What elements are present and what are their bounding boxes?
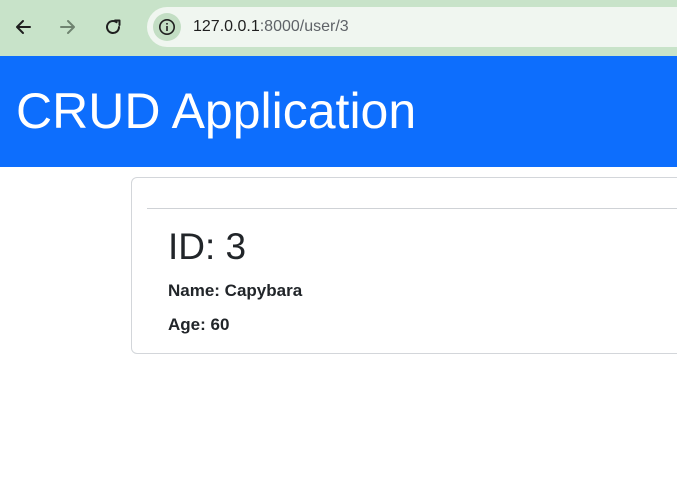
back-button[interactable] <box>10 10 36 44</box>
reload-icon <box>106 19 121 34</box>
site-info-button[interactable] <box>153 13 181 41</box>
url-text[interactable]: 127.0.0.1:8000/user/3 <box>193 17 349 37</box>
address-bar[interactable]: 127.0.0.1:8000/user/3 <box>147 7 677 47</box>
reload-button[interactable] <box>100 10 126 44</box>
app-header: CRUD Application <box>0 56 677 167</box>
info-icon <box>159 19 175 35</box>
url-host: 127.0.0.1 <box>193 18 260 35</box>
user-card: ID: 3 Name: Capybara Age: 60 <box>131 177 677 354</box>
user-age-text: Age: 60 <box>168 315 230 334</box>
card-divider <box>147 208 677 209</box>
page-title: CRUD Application <box>16 83 417 139</box>
url-path: :8000/user/3 <box>259 18 349 35</box>
arrow-left-icon <box>16 20 31 34</box>
user-id-heading: ID: 3 <box>168 226 247 267</box>
browser-toolbar: 127.0.0.1:8000/user/3 <box>0 0 677 56</box>
arrow-right-icon <box>60 20 75 34</box>
user-name-text: Name: Capybara <box>168 281 303 300</box>
forward-button[interactable] <box>55 10 81 44</box>
